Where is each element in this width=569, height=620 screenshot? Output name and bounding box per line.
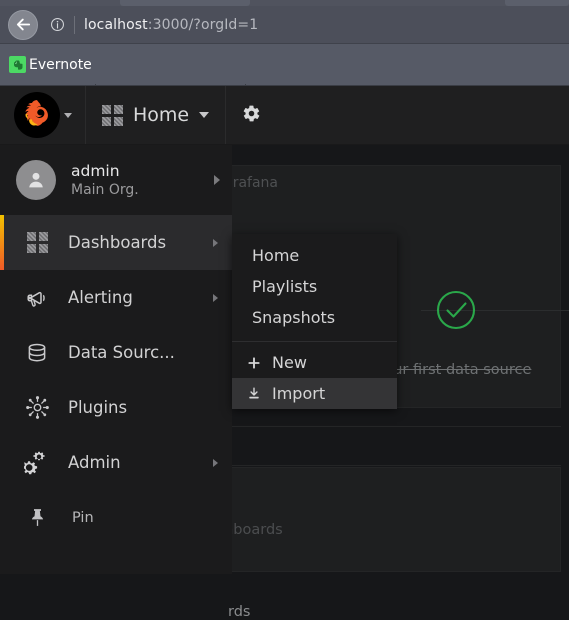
grafana-logo-icon	[13, 92, 60, 138]
submenu-item-label: Home	[252, 246, 300, 265]
chevron-down-icon	[199, 112, 210, 118]
browser-chrome: localhost:3000/?orgId=1 Evernote	[0, 0, 569, 86]
settings-button[interactable]	[226, 86, 276, 144]
top-navbar: Home	[0, 86, 569, 145]
bookmarks-bar: Evernote	[0, 44, 569, 86]
submenu-item-home[interactable]: Home	[232, 240, 397, 271]
back-arrow-icon	[15, 16, 32, 33]
user-org: Main Org.	[71, 182, 139, 198]
submenu-item-new[interactable]: New	[232, 347, 397, 378]
dashboards-grid-icon	[22, 228, 52, 258]
sidebar-item-plugins[interactable]: Plugins	[0, 380, 232, 435]
background-text-fragment: rds	[228, 604, 251, 620]
dashboards-grid-icon	[102, 104, 123, 126]
chevron-right-icon	[214, 175, 220, 185]
submenu-item-snapshots[interactable]: Snapshots	[232, 302, 397, 333]
url-text: localhost:3000/?orgId=1	[84, 17, 258, 33]
sidebar-item-alerting[interactable]: Alerting	[0, 270, 232, 325]
submenu-item-label: Snapshots	[252, 308, 336, 327]
submenu-item-label: Import	[272, 384, 326, 403]
grafana-app: Getting Started with Grafana Create your…	[0, 86, 569, 620]
chevron-down-icon	[63, 112, 72, 118]
chevron-right-icon	[213, 458, 218, 467]
user-avatar-icon	[16, 160, 56, 200]
sidebar-item-label: Alerting	[68, 288, 133, 307]
submenu-item-label: New	[272, 353, 307, 372]
home-nav-label: Home	[133, 104, 190, 126]
plugins-icon	[22, 393, 52, 423]
sidebar-item-admin[interactable]: Admin	[0, 435, 232, 490]
gear-icon	[242, 104, 261, 127]
cogs-icon	[22, 448, 52, 478]
sidebar-item-pin[interactable]: Pin	[0, 490, 232, 545]
check-circle-icon	[434, 288, 478, 332]
chevron-right-icon	[213, 293, 218, 302]
url-separator	[74, 15, 75, 34]
brand-menu-button[interactable]	[0, 86, 86, 144]
page-info-icon[interactable]	[49, 17, 65, 33]
url-host: localhost	[84, 16, 148, 33]
submenu-item-label: Playlists	[252, 277, 318, 296]
url-path: :3000/?orgId=1	[147, 16, 259, 33]
browser-url-bar[interactable]: localhost:3000/?orgId=1	[0, 6, 569, 44]
home-nav-button[interactable]: Home	[86, 86, 227, 144]
database-icon	[22, 338, 52, 368]
user-texts: admin Main Org.	[71, 162, 139, 198]
pin-icon	[22, 503, 52, 533]
sidebar-item-dashboards[interactable]: Dashboards	[0, 215, 232, 270]
chevron-right-icon	[213, 238, 218, 247]
sidebar-item-label: Admin	[68, 453, 121, 472]
sidebar-item-label: Pin	[72, 509, 94, 526]
submenu-item-import[interactable]: Import	[232, 378, 397, 409]
dashboards-submenu: Home Playlists Snapshots New Import	[232, 234, 397, 409]
evernote-icon	[9, 56, 26, 73]
user-name: admin	[71, 162, 120, 180]
plus-icon	[245, 354, 263, 372]
sidebar-item-label: Data Sourc...	[68, 343, 175, 362]
sidebar-item-label: Plugins	[68, 398, 128, 417]
submenu-item-playlists[interactable]: Playlists	[232, 271, 397, 302]
active-accent-bar	[0, 215, 4, 270]
side-menu-dropdown: admin Main Org. Dashboards Alerting Data…	[0, 145, 232, 574]
back-button[interactable]	[8, 9, 38, 40]
bookmark-evernote[interactable]: Evernote	[9, 56, 92, 73]
bookmark-label: Evernote	[29, 56, 92, 73]
sidebar-item-label: Dashboards	[68, 233, 167, 252]
sidemenu-user-item[interactable]: admin Main Org.	[0, 145, 232, 215]
submenu-divider	[232, 341, 397, 342]
bell-megaphone-icon	[22, 283, 52, 313]
sidebar-item-data-sources[interactable]: Data Sourc...	[0, 325, 232, 380]
download-icon	[245, 385, 263, 403]
